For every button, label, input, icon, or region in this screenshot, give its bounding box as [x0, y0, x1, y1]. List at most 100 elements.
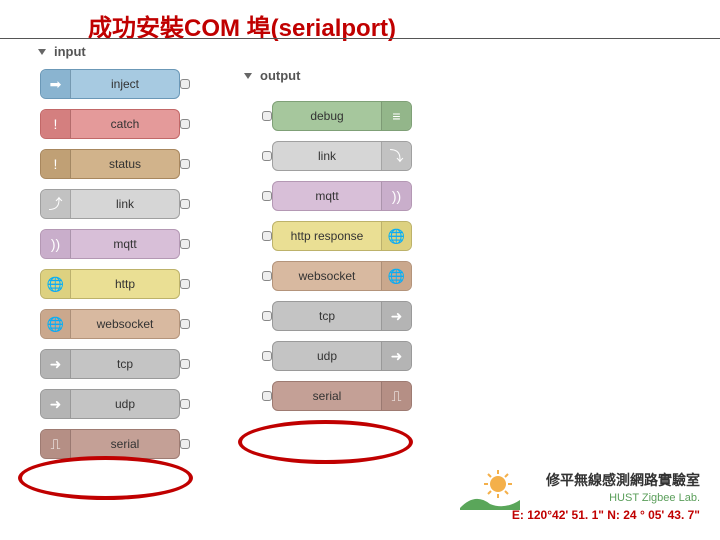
node-label: http response	[273, 229, 381, 243]
palette-node-row: ⤴link	[40, 188, 190, 220]
title-underline	[0, 38, 720, 39]
node-label: tcp	[71, 357, 179, 371]
udp-icon: ➜	[381, 342, 411, 370]
node-port[interactable]	[180, 279, 190, 289]
category-header-output[interactable]: output	[244, 68, 300, 83]
palette-node-row: link⤵	[262, 140, 412, 172]
chevron-down-icon	[38, 49, 46, 55]
palette-node-row: http response🌐	[262, 220, 412, 252]
palette-node-row: tcp➜	[262, 300, 412, 332]
node-port[interactable]	[262, 191, 272, 201]
palette-node-row: !status	[40, 148, 190, 180]
node-udp[interactable]: udp➜	[272, 341, 412, 371]
node-port[interactable]	[180, 159, 190, 169]
palette-node-row: 🌐http	[40, 268, 190, 300]
node-port[interactable]	[180, 399, 190, 409]
chevron-down-icon	[244, 73, 252, 79]
node-label: link	[71, 197, 179, 211]
category-label: input	[54, 44, 86, 59]
node-tcp[interactable]: ➜tcp	[40, 349, 180, 379]
node-label: debug	[273, 109, 381, 123]
node-label: serial	[71, 437, 179, 451]
palette-node-row: ➜tcp	[40, 348, 190, 380]
node-label: serial	[273, 389, 381, 403]
node-mqtt[interactable]: ))mqtt	[40, 229, 180, 259]
node-port[interactable]	[180, 79, 190, 89]
status-icon: !	[41, 150, 71, 178]
output-palette: debug≡link⤵mqtt))http response🌐websocket…	[262, 100, 412, 420]
palette-node-row: 🌐websocket	[40, 308, 190, 340]
ws-icon: 🌐	[381, 262, 411, 290]
node-port[interactable]	[262, 311, 272, 321]
node-label: inject	[71, 77, 179, 91]
node-port[interactable]	[262, 271, 272, 281]
node-inject[interactable]: ➡inject	[40, 69, 180, 99]
ws-icon: 🌐	[41, 310, 71, 338]
link-icon: ⤵	[381, 142, 411, 170]
lab-subtitle: HUST Zigbee Lab.	[512, 492, 700, 504]
node-label: udp	[273, 349, 381, 363]
node-port[interactable]	[180, 319, 190, 329]
category-label: output	[260, 68, 300, 83]
node-serial[interactable]: serial⎍	[272, 381, 412, 411]
palette-node-row: ➜udp	[40, 388, 190, 420]
node-catch[interactable]: !catch	[40, 109, 180, 139]
node-port[interactable]	[180, 239, 190, 249]
node-port[interactable]	[180, 199, 190, 209]
node-port[interactable]	[262, 391, 272, 401]
mqtt-icon: ))	[41, 230, 71, 258]
serial-icon: ⎍	[381, 382, 411, 410]
category-header-input[interactable]: input	[38, 44, 86, 59]
inject-icon: ➡	[41, 70, 71, 98]
node-label: link	[273, 149, 381, 163]
node-websocket[interactable]: websocket🌐	[272, 261, 412, 291]
coordinates: E: 120°42' 51. 1" N: 24 ° 05' 43. 7"	[512, 508, 700, 522]
node-link[interactable]: link⤵	[272, 141, 412, 171]
http-icon: 🌐	[41, 270, 71, 298]
node-port[interactable]	[180, 439, 190, 449]
footer: 修平無線感測網路實驗室 HUST Zigbee Lab. E: 120°42' …	[512, 470, 700, 522]
highlight-circle-output-serial	[238, 420, 413, 464]
palette-node-row: udp➜	[262, 340, 412, 372]
node-port[interactable]	[262, 111, 272, 121]
palette-node-row: ➡inject	[40, 68, 190, 100]
tcp-icon: ➜	[41, 350, 71, 378]
node-label: catch	[71, 117, 179, 131]
palette-node-row: websocket🌐	[262, 260, 412, 292]
lab-name: 修平無線感測網路實驗室	[512, 470, 700, 490]
palette-node-row: debug≡	[262, 100, 412, 132]
node-serial[interactable]: ⎍serial	[40, 429, 180, 459]
http-icon: 🌐	[381, 222, 411, 250]
debug-icon: ≡	[381, 102, 411, 130]
tcp-icon: ➜	[381, 302, 411, 330]
node-http[interactable]: 🌐http	[40, 269, 180, 299]
node-label: websocket	[71, 317, 179, 331]
palette-node-row: mqtt))	[262, 180, 412, 212]
palette-node-row: serial⎍	[262, 380, 412, 412]
node-port[interactable]	[180, 359, 190, 369]
serial-icon: ⎍	[41, 430, 71, 458]
node-port[interactable]	[262, 151, 272, 161]
node-debug[interactable]: debug≡	[272, 101, 412, 131]
node-websocket[interactable]: 🌐websocket	[40, 309, 180, 339]
catch-icon: !	[41, 110, 71, 138]
node-link[interactable]: ⤴link	[40, 189, 180, 219]
node-port[interactable]	[262, 351, 272, 361]
node-label: status	[71, 157, 179, 171]
palette-node-row: ⎍serial	[40, 428, 190, 460]
node-label: mqtt	[273, 189, 381, 203]
node-label: mqtt	[71, 237, 179, 251]
node-mqtt[interactable]: mqtt))	[272, 181, 412, 211]
udp-icon: ➜	[41, 390, 71, 418]
node-tcp[interactable]: tcp➜	[272, 301, 412, 331]
node-status[interactable]: !status	[40, 149, 180, 179]
input-palette: ➡inject!catch!status⤴link))mqtt🌐http🌐web…	[40, 68, 190, 468]
node-label: websocket	[273, 269, 381, 283]
node-port[interactable]	[180, 119, 190, 129]
node-udp[interactable]: ➜udp	[40, 389, 180, 419]
link-icon: ⤴	[41, 190, 71, 218]
node-http-response[interactable]: http response🌐	[272, 221, 412, 251]
mqtt-icon: ))	[381, 182, 411, 210]
node-port[interactable]	[262, 231, 272, 241]
node-label: tcp	[273, 309, 381, 323]
